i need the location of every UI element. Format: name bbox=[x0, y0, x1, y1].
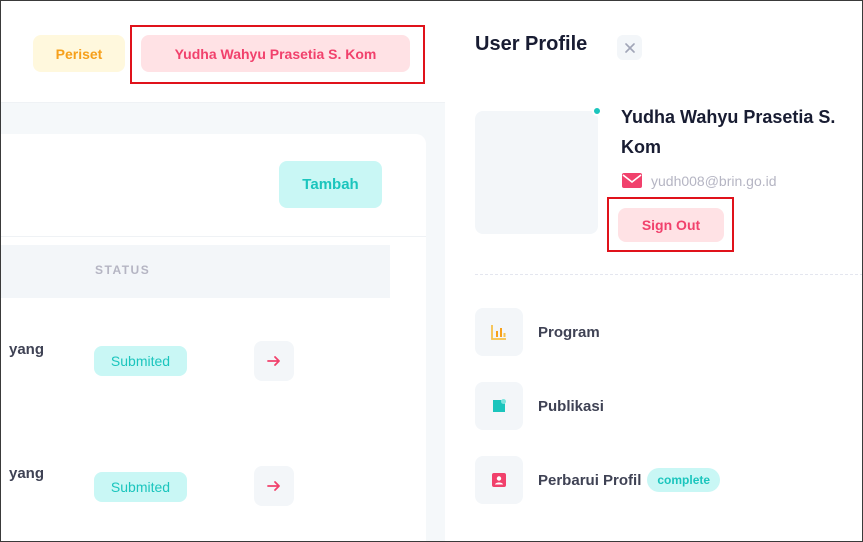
user-icon bbox=[492, 473, 506, 487]
open-row-button[interactable] bbox=[254, 466, 294, 506]
document-icon bbox=[493, 399, 506, 412]
table-header bbox=[0, 245, 390, 298]
menu-item-program[interactable]: Program bbox=[475, 308, 600, 356]
complete-badge: complete bbox=[647, 468, 721, 492]
close-drawer-button[interactable] bbox=[617, 35, 642, 60]
menu-item-label: Program bbox=[538, 323, 600, 341]
status-badge: Submited bbox=[94, 346, 187, 376]
table-row-title: yang bbox=[9, 465, 45, 482]
mail-icon bbox=[622, 173, 642, 188]
online-status-dot bbox=[592, 106, 602, 116]
drawer-title: User Profile bbox=[475, 33, 588, 55]
profile-email[interactable]: yudh008@brin.go.id bbox=[651, 173, 777, 189]
add-button[interactable]: Tambah bbox=[279, 161, 382, 208]
arrow-right-icon bbox=[267, 481, 280, 491]
menu-item-publikasi[interactable]: Publikasi bbox=[475, 382, 604, 430]
email-row: yudh008@brin.go.id bbox=[621, 172, 777, 190]
profile-name: Yudha Wahyu Prasetia S. Kom bbox=[621, 107, 836, 157]
role-badge: Periset bbox=[33, 35, 125, 72]
card-divider bbox=[0, 236, 426, 237]
menu-item-label: Publikasi bbox=[538, 397, 604, 415]
section-separator bbox=[475, 274, 863, 275]
open-row-button[interactable] bbox=[254, 341, 294, 381]
menu-item-perbarui-profil[interactable]: Perbarui Profil complete bbox=[475, 456, 721, 504]
status-column-header: STATUS bbox=[95, 263, 151, 277]
annotation-highlight-signout bbox=[607, 197, 734, 252]
avatar bbox=[475, 111, 598, 234]
close-icon bbox=[624, 42, 635, 53]
arrow-right-icon bbox=[267, 356, 280, 366]
chart-icon bbox=[491, 325, 506, 340]
annotation-highlight-user bbox=[130, 25, 425, 84]
top-header: Periset Yudha Wahyu Prasetia S. Kom bbox=[0, 0, 445, 103]
menu-item-label: Perbarui Profil bbox=[538, 471, 642, 489]
table-row-title: yang bbox=[9, 341, 45, 358]
status-badge: Submited bbox=[94, 472, 187, 502]
